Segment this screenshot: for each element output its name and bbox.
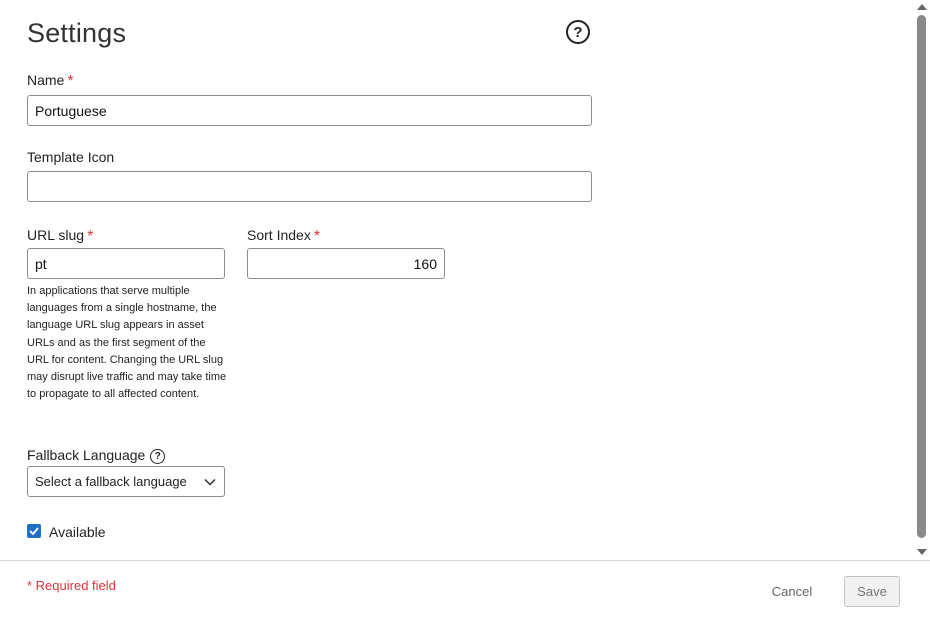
cancel-button[interactable]: Cancel	[763, 580, 821, 602]
dialog-footer: * Required field Cancel Save	[0, 560, 930, 623]
template-icon-label: Template Icon	[27, 149, 114, 165]
fallback-language-selected: Select a fallback language	[35, 474, 187, 489]
name-input[interactable]	[27, 95, 592, 126]
scroll-up-arrow-icon[interactable]	[917, 4, 927, 10]
settings-panel: Settings ? Name* Template Icon URL slug*…	[0, 0, 914, 560]
required-asterisk: *	[67, 73, 74, 90]
checkmark-icon	[29, 527, 39, 535]
scroll-down-arrow-icon[interactable]	[917, 549, 927, 555]
sort-index-label-text: Sort Index	[247, 227, 311, 243]
sort-index-label: Sort Index *	[247, 227, 320, 245]
question-mark-glyph: ?	[573, 23, 583, 41]
template-icon-input[interactable]	[27, 171, 592, 202]
fallback-language-label-text: Fallback Language	[27, 447, 146, 463]
sort-index-input[interactable]	[247, 248, 445, 279]
fallback-language-select[interactable]: Select a fallback language	[27, 466, 225, 497]
available-checkbox[interactable]	[27, 524, 41, 538]
template-icon-label-text: Template Icon	[27, 149, 115, 165]
available-label-text: Available	[49, 524, 106, 540]
vertical-scrollbar[interactable]	[914, 0, 930, 560]
help-icon[interactable]: ?	[566, 20, 590, 44]
required-field-note: * Required field	[27, 578, 116, 593]
url-slug-input[interactable]	[27, 248, 225, 279]
name-label-text: Name	[27, 72, 65, 88]
page-title: Settings	[27, 18, 127, 48]
scrollbar-thumb[interactable]	[917, 15, 926, 538]
fallback-help-icon[interactable]: ?	[150, 449, 166, 464]
url-slug-label-text: URL slug	[27, 227, 85, 243]
question-mark-glyph: ?	[154, 451, 161, 462]
required-asterisk: *	[87, 228, 94, 245]
chevron-down-icon	[204, 478, 216, 486]
save-button[interactable]: Save	[844, 576, 900, 607]
url-slug-help-text: In applications that serve multiple lang…	[27, 285, 227, 401]
available-label[interactable]: Available	[49, 524, 106, 540]
name-label: Name *	[27, 72, 74, 90]
required-asterisk: *	[313, 228, 321, 245]
fallback-language-label: Fallback Language?	[27, 447, 166, 465]
url-slug-label: URL slug *	[27, 227, 93, 245]
